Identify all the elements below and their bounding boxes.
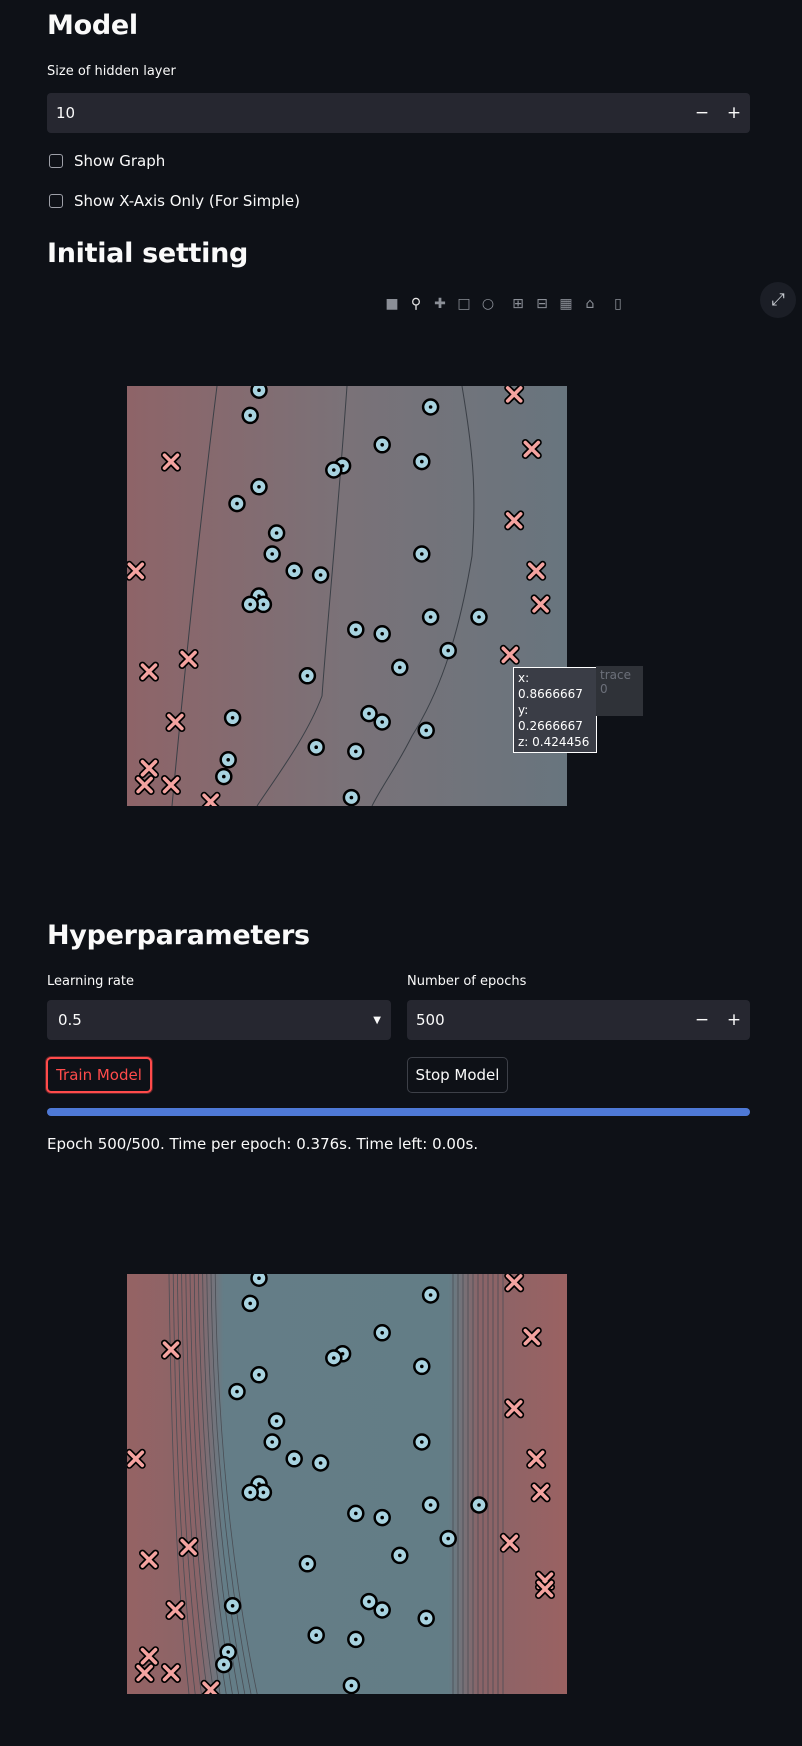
epochs-decrement-button[interactable]: − [686, 1010, 718, 1030]
train-model-button[interactable]: Train Model [46, 1057, 152, 1093]
training-progress-fill [47, 1108, 750, 1116]
class1-point[interactable] [504, 386, 525, 405]
class1-point[interactable] [161, 775, 181, 795]
chevron-down-icon[interactable]: ▼ [373, 1015, 381, 1026]
class1-point[interactable] [504, 1398, 525, 1419]
class1-point[interactable] [504, 510, 525, 531]
class1-point[interactable] [504, 1274, 525, 1293]
epochs-label: Number of epochs [407, 974, 527, 989]
class1-point[interactable] [499, 1532, 520, 1553]
camera-icon[interactable]: ■ [383, 296, 401, 312]
box-select-icon[interactable]: □ [455, 296, 473, 312]
class1-point[interactable] [161, 1339, 181, 1360]
plot-modebar: ■ ⚲ ✚ □ ○ ⊞ ⊟ ▦ ⌂ ▯ [383, 296, 627, 312]
class1-point[interactable] [165, 1600, 186, 1620]
epochs-increment-button[interactable]: + [718, 1010, 750, 1030]
hidden-increment-button[interactable]: + [718, 103, 750, 123]
home-icon[interactable]: ⌂ [581, 296, 599, 312]
class1-point[interactable] [134, 1663, 155, 1683]
plotly-logo-icon[interactable]: ▯ [609, 296, 627, 312]
class1-point[interactable] [161, 451, 181, 472]
training-status-text: Epoch 500/500. Time per epoch: 0.376s. T… [47, 1135, 479, 1153]
class1-point[interactable] [535, 1579, 555, 1599]
class1-point[interactable] [134, 775, 155, 795]
zoom-out-icon[interactable]: ⊟ [533, 296, 551, 312]
lasso-icon[interactable]: ○ [479, 296, 497, 312]
autoscale-icon[interactable]: ▦ [557, 296, 575, 312]
class1-point[interactable] [139, 758, 159, 779]
show-xaxis-checkbox[interactable] [49, 194, 63, 208]
show-graph-label: Show Graph [74, 152, 166, 170]
pan-icon[interactable]: ✚ [431, 296, 449, 312]
stop-model-button[interactable]: Stop Model [407, 1057, 508, 1093]
tooltip-z: z: 0.424456 [518, 735, 590, 749]
hyperparameters-title: Hyperparameters [47, 920, 310, 951]
initial-decision-chart[interactable] [127, 386, 567, 806]
class1-point[interactable] [127, 1448, 146, 1469]
tooltip-x: x: 0.8666667 [518, 671, 583, 701]
epochs-input[interactable]: 500 − + [407, 1000, 750, 1040]
class1-point[interactable] [161, 1663, 181, 1683]
hidden-layer-value[interactable]: 10 [47, 104, 686, 122]
class1-point[interactable] [165, 712, 186, 732]
class1-point[interactable] [139, 1549, 159, 1570]
epochs-value[interactable]: 500 [407, 1011, 686, 1029]
hidden-layer-input[interactable]: 10 − + [47, 93, 750, 133]
class1-point[interactable] [521, 439, 542, 459]
class1-point[interactable] [127, 560, 146, 581]
show-xaxis-label: Show X-Axis Only (For Simple) [74, 192, 300, 210]
learning-rate-value[interactable]: 0.5 [58, 1011, 373, 1029]
class1-point[interactable] [530, 594, 551, 615]
fullscreen-icon[interactable]: ⤢ [760, 282, 796, 318]
initial-setting-title: Initial setting [47, 238, 249, 269]
show-xaxis-checkbox-row[interactable]: Show X-Axis Only (For Simple) [49, 192, 300, 210]
zoom-in-icon[interactable]: ⊞ [509, 296, 527, 312]
class1-point[interactable] [521, 1327, 542, 1347]
learning-rate-select[interactable]: 0.5 ▼ [47, 1000, 391, 1040]
model-title: Model [47, 10, 138, 41]
hover-tooltip: x: 0.8666667 y: 0.2666667 z: 0.424456 [513, 667, 597, 753]
learning-rate-label: Learning rate [47, 974, 134, 989]
zoom-icon[interactable]: ⚲ [407, 296, 425, 312]
class1-point[interactable] [139, 1646, 159, 1667]
show-graph-checkbox-row[interactable]: Show Graph [49, 152, 165, 170]
class1-point[interactable] [200, 1679, 221, 1694]
hidden-layer-label: Size of hidden layer [47, 64, 176, 79]
show-graph-checkbox[interactable] [49, 154, 63, 168]
hidden-decrement-button[interactable]: − [686, 103, 718, 123]
class1-point[interactable] [200, 791, 221, 806]
tooltip-trace-name: trace 0 [596, 666, 643, 716]
class1-point[interactable] [178, 1537, 199, 1557]
class1-point[interactable] [530, 1482, 551, 1503]
class1-point[interactable] [526, 1448, 547, 1469]
class1-point[interactable] [178, 649, 199, 669]
class1-point[interactable] [499, 644, 520, 665]
class1-point[interactable] [526, 560, 547, 581]
training-progress-bar [47, 1108, 750, 1116]
trained-decision-chart[interactable] [127, 1274, 567, 1694]
class1-point[interactable] [139, 661, 159, 682]
tooltip-y: y: 0.2666667 [518, 703, 583, 733]
